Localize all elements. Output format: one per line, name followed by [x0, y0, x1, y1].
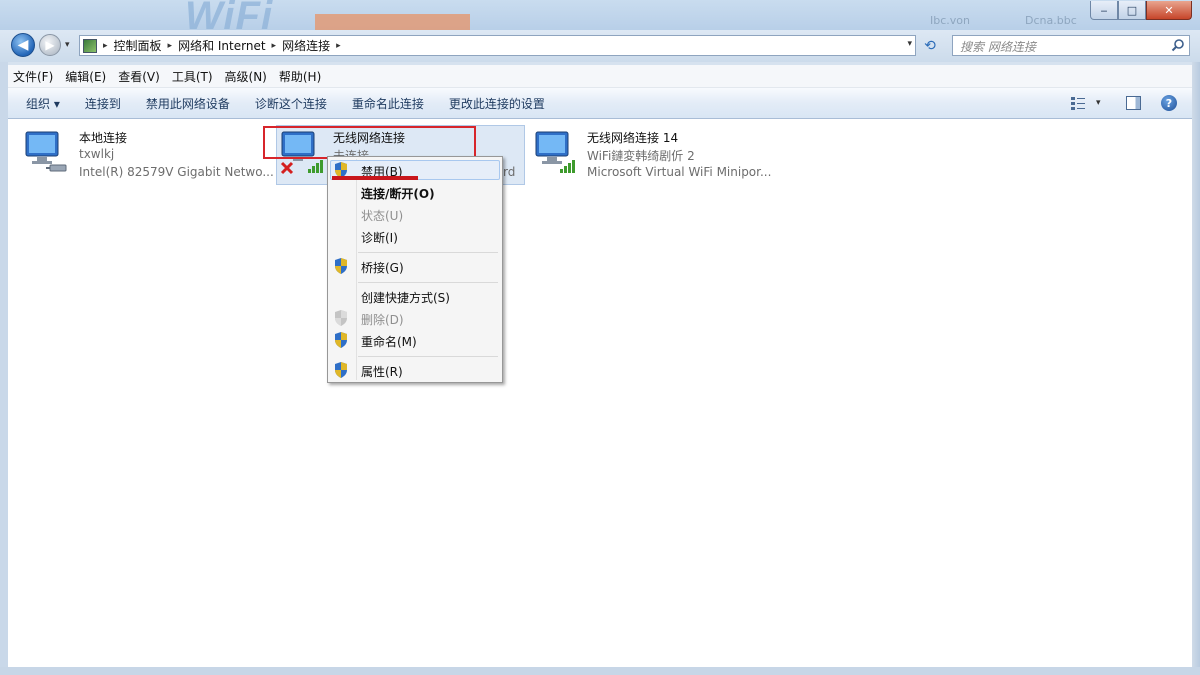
connection-name[interactable]: 无线网络连接 14 — [587, 129, 678, 146]
search-input[interactable]: 搜索 网络连接 — [952, 35, 1190, 56]
menu-help[interactable]: 帮助(H) — [274, 68, 326, 85]
menu-view[interactable]: 查看(V) — [113, 68, 165, 85]
view-options-icon[interactable] — [1071, 96, 1085, 110]
menu-separator — [358, 252, 498, 253]
change-settings-button[interactable]: 更改此连接的设置 — [441, 95, 553, 112]
view-dropdown[interactable]: ▾ — [1096, 98, 1101, 108]
breadcrumb-control-panel[interactable]: 控制面板 — [114, 37, 162, 54]
window-border — [1192, 62, 1200, 675]
menu-item-connect-disconnect[interactable]: 连接/断开(O) — [361, 185, 435, 202]
minimize-button[interactable]: ‒ — [1090, 1, 1118, 20]
chevron-right-icon[interactable]: ▸ — [168, 41, 173, 51]
uac-shield-icon — [335, 332, 347, 348]
rename-button[interactable]: 重命名此连接 — [344, 95, 432, 112]
search-icon[interactable] — [1171, 38, 1185, 52]
watermark-text: Ibc.von — [930, 14, 970, 27]
address-bar[interactable]: ▸ 控制面板 ▸ 网络和 Internet ▸ 网络连接 ▸ ▾ — [79, 35, 916, 56]
connections-list — [8, 119, 1192, 667]
menu-item-delete: 删除(D) — [361, 313, 404, 327]
maximize-button[interactable]: □ — [1118, 1, 1146, 20]
address-history-dropdown[interactable]: ▾ — [907, 39, 912, 49]
menu-item-rename[interactable]: 重命名(M) — [361, 333, 417, 350]
recent-pages-dropdown[interactable]: ▾ — [65, 40, 70, 50]
preview-pane-icon[interactable] — [1126, 96, 1141, 110]
connection-device: rd — [503, 165, 516, 179]
connection-status: WiFi鏈変韩绮剧伒 2 — [587, 149, 695, 163]
organize-button[interactable]: 组织 ▾ — [18, 95, 68, 112]
menu-file[interactable]: 文件(F) — [8, 68, 58, 85]
watermark-text: Dcna.bbc — [1025, 14, 1077, 27]
connection-device: Microsoft Virtual WiFi Minipor... — [587, 165, 772, 179]
breadcrumb-network-connections[interactable]: 网络连接 — [282, 37, 330, 54]
wireless-connection-icon[interactable] — [534, 129, 580, 175]
menu-advanced[interactable]: 高级(N) — [220, 68, 272, 85]
disable-device-button[interactable]: 禁用此网络设备 — [138, 95, 238, 112]
uac-shield-icon — [335, 362, 347, 378]
connection-device: Intel(R) 82579V Gigabit Netwo... — [79, 165, 274, 179]
chevron-right-icon[interactable]: ▸ — [336, 41, 341, 51]
connection-status: txwlkj — [79, 147, 115, 161]
context-menu: 禁用(B) 连接/断开(O) 状态(U) 诊断(I) 桥接(G) 创建快捷方式(… — [327, 156, 503, 383]
annotation-underline — [332, 176, 418, 180]
menu-item-properties[interactable]: 属性(R) — [361, 363, 403, 380]
refresh-button[interactable]: ⟲ — [919, 35, 941, 56]
annotation-highlight-box — [263, 126, 476, 159]
command-bar: 组织 ▾ 连接到 禁用此网络设备 诊断这个连接 重命名此连接 更改此连接的设置 — [8, 88, 1192, 119]
window-border — [0, 62, 8, 675]
uac-shield-icon — [335, 258, 347, 274]
forward-button[interactable]: ▶ — [39, 34, 61, 56]
close-button[interactable]: ✕ — [1146, 1, 1192, 20]
menu-item-bridge[interactable]: 桥接(G) — [361, 259, 404, 276]
menu-separator — [358, 282, 498, 283]
menu-separator — [358, 356, 498, 357]
ethernet-connection-icon[interactable] — [24, 129, 70, 175]
back-button[interactable]: ◀ — [11, 33, 35, 57]
menu-item-create-shortcut[interactable]: 创建快捷方式(S) — [361, 289, 450, 306]
diagnose-button[interactable]: 诊断这个连接 — [247, 95, 335, 112]
search-placeholder: 搜索 网络连接 — [960, 40, 1036, 54]
connection-name[interactable]: 本地连接 — [79, 129, 127, 146]
connect-to-button[interactable]: 连接到 — [77, 95, 129, 112]
menu-edit[interactable]: 编辑(E) — [60, 68, 111, 85]
menu-item-diagnose[interactable]: 诊断(I) — [361, 229, 398, 246]
menu-gutter — [356, 159, 357, 380]
menu-bar: 文件(F) 编辑(E) 查看(V) 工具(T) 高级(N) 帮助(H) — [8, 65, 1192, 88]
help-icon[interactable]: ? — [1161, 95, 1177, 111]
control-panel-icon — [83, 38, 97, 53]
breadcrumb-network-internet[interactable]: 网络和 Internet — [178, 37, 265, 54]
menu-tools[interactable]: 工具(T) — [167, 68, 218, 85]
chevron-right-icon[interactable]: ▸ — [103, 41, 108, 51]
window-border — [0, 667, 1200, 675]
chevron-right-icon[interactable]: ▸ — [272, 41, 277, 51]
menu-item-status: 状态(U) — [361, 209, 404, 223]
uac-shield-icon — [335, 310, 347, 326]
title-bar — [0, 0, 1200, 30]
